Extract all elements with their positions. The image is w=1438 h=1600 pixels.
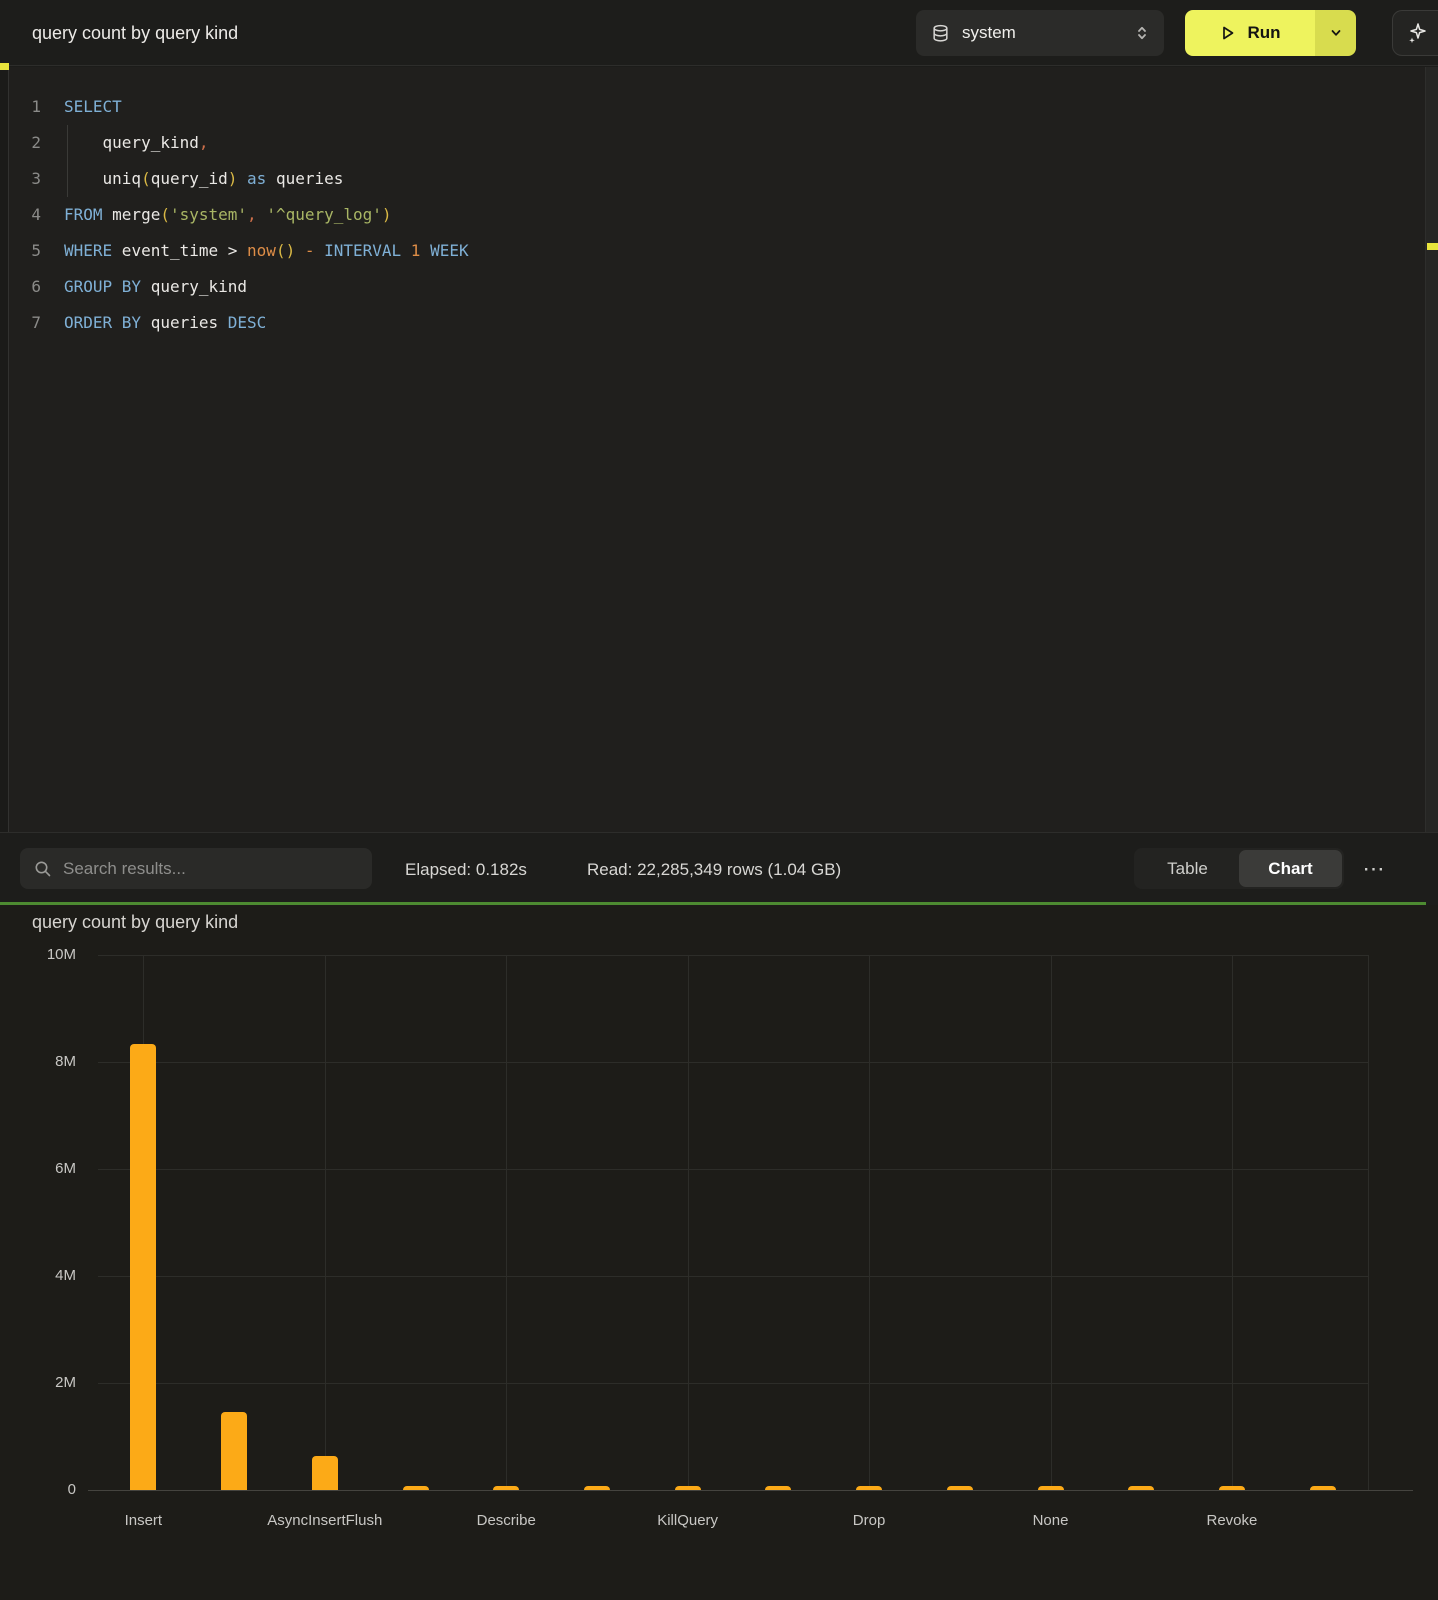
- gridline: [98, 1383, 1368, 1384]
- code-text: FROM merge('system', '^query_log'): [41, 197, 392, 233]
- gridline: [1232, 955, 1233, 1490]
- search-box: [20, 848, 372, 889]
- search-icon: [34, 860, 52, 878]
- gridline: [869, 955, 870, 1490]
- bar[interactable]: [221, 1412, 247, 1490]
- code-line[interactable]: 2 query_kind,: [0, 125, 1400, 161]
- elapsed-stat: Elapsed: 0.182s: [405, 833, 527, 906]
- y-axis-tick-label: 8M: [20, 1053, 76, 1070]
- gridline: [1368, 955, 1369, 1490]
- x-axis-tick-label: KillQuery: [597, 1512, 779, 1529]
- gridline: [688, 955, 689, 1490]
- line-number: 7: [0, 305, 41, 341]
- bar[interactable]: [765, 1486, 791, 1490]
- code-line[interactable]: 1SELECT: [0, 89, 1400, 125]
- chart-title: query count by query kind: [32, 912, 238, 933]
- bar[interactable]: [584, 1486, 610, 1490]
- gridline: [325, 955, 326, 1490]
- chart-panel: query count by query kind 10M 8M 6M 4M 2M 0 In…: [0, 905, 1438, 1600]
- code-text: uniq(query_id) as queries: [41, 161, 343, 197]
- code-text: WHERE event_time > now() - INTERVAL 1 WE…: [41, 233, 469, 269]
- code-line[interactable]: 4FROM merge('system', '^query_log'): [0, 197, 1400, 233]
- bar[interactable]: [312, 1456, 338, 1490]
- line-number: 4: [0, 197, 41, 233]
- more-options-button[interactable]: ⋯: [1352, 848, 1396, 889]
- y-axis-tick-label: 6M: [20, 1160, 76, 1177]
- table-view-button[interactable]: Table: [1136, 850, 1239, 887]
- gridline: [506, 955, 507, 1490]
- y-axis-tick-label: 10M: [20, 946, 76, 963]
- bar[interactable]: [675, 1486, 701, 1490]
- bar[interactable]: [493, 1486, 519, 1490]
- line-number: 3: [0, 161, 41, 197]
- code-line[interactable]: 3 uniq(query_id) as queries: [0, 161, 1400, 197]
- query-title: query count by query kind: [32, 0, 238, 66]
- bar[interactable]: [1219, 1486, 1245, 1490]
- code-line[interactable]: 7ORDER BY queries DESC: [0, 305, 1400, 341]
- bar[interactable]: [1310, 1486, 1336, 1490]
- code-text: GROUP BY query_kind: [41, 269, 247, 305]
- bar[interactable]: [947, 1486, 973, 1490]
- gridline: [98, 955, 1368, 956]
- ai-assist-button[interactable]: [1392, 10, 1438, 56]
- gridline: [1051, 955, 1052, 1490]
- bar[interactable]: [1128, 1486, 1154, 1490]
- line-number: 6: [0, 269, 41, 305]
- x-axis-line: [88, 1490, 1413, 1491]
- top-bar: query count by query kind system Run: [0, 0, 1438, 66]
- database-selector[interactable]: system: [916, 10, 1164, 56]
- database-selector-value: system: [962, 23, 1134, 43]
- results-toolbar: Elapsed: 0.182s Read: 22,285,349 rows (1…: [0, 832, 1438, 905]
- line-number: 2: [0, 125, 41, 161]
- bar[interactable]: [856, 1486, 882, 1490]
- sparkles-icon: [1406, 21, 1428, 45]
- x-axis-tick-label: Insert: [52, 1512, 234, 1529]
- code-text: SELECT: [41, 89, 122, 125]
- bar[interactable]: [1038, 1486, 1064, 1490]
- database-icon: [932, 24, 949, 43]
- run-button-label: Run: [1247, 23, 1280, 43]
- bar[interactable]: [130, 1044, 156, 1490]
- code-line[interactable]: 5WHERE event_time > now() - INTERVAL 1 W…: [0, 233, 1400, 269]
- x-axis-tick-label: Revoke: [1141, 1512, 1323, 1529]
- x-axis-tick-label: AsyncInsertFlush: [234, 1512, 416, 1529]
- gridline: [98, 1276, 1368, 1277]
- run-button[interactable]: Run: [1185, 10, 1315, 56]
- scrollbar-marker: [1427, 243, 1438, 250]
- y-axis-tick-label: 0: [20, 1481, 76, 1498]
- y-axis-tick-label: 2M: [20, 1374, 76, 1391]
- view-toggle: Table Chart: [1134, 848, 1344, 889]
- play-icon: [1219, 24, 1237, 42]
- y-axis-tick-label: 4M: [20, 1267, 76, 1284]
- chart-view-button[interactable]: Chart: [1239, 850, 1342, 887]
- run-options-button[interactable]: [1315, 10, 1356, 56]
- editor-top-marker: [0, 63, 9, 70]
- line-number: 5: [0, 233, 41, 269]
- code-text: ORDER BY queries DESC: [41, 305, 266, 341]
- indent-guide: [67, 125, 68, 197]
- x-axis-tick-label: Describe: [415, 1512, 597, 1529]
- sql-editor[interactable]: 1SELECT2 query_kind,3 uniq(query_id) as …: [0, 67, 1438, 832]
- gridline: [98, 1169, 1368, 1170]
- read-stat: Read: 22,285,349 rows (1.04 GB): [587, 833, 841, 906]
- gridline: [98, 1062, 1368, 1063]
- code-line[interactable]: 6GROUP BY query_kind: [0, 269, 1400, 305]
- line-number: 1: [0, 89, 41, 125]
- bar[interactable]: [403, 1486, 429, 1490]
- x-axis-tick-label: None: [960, 1512, 1142, 1529]
- x-axis-tick-label: Drop: [778, 1512, 960, 1529]
- chevron-down-icon: [1328, 25, 1344, 41]
- up-down-chevron-icon: [1134, 24, 1150, 42]
- code-lines: 1SELECT2 query_kind,3 uniq(query_id) as …: [0, 89, 1400, 341]
- run-button-group: Run: [1185, 10, 1356, 56]
- search-results-input[interactable]: [63, 859, 343, 879]
